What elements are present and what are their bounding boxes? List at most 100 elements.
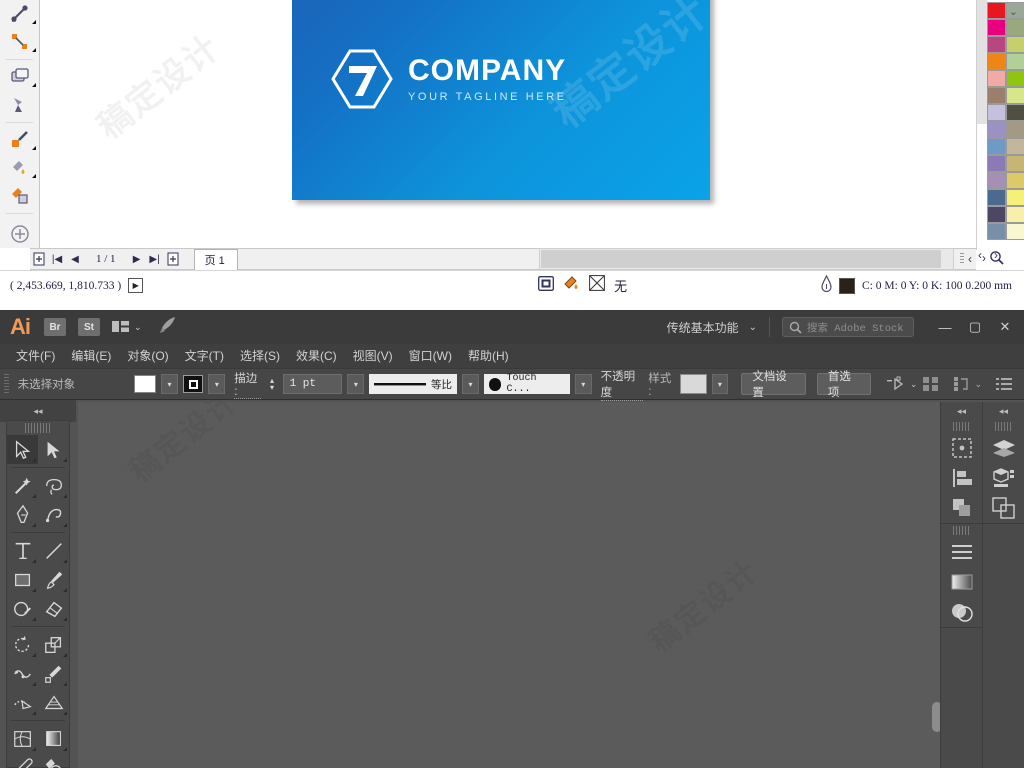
arrange-documents-button[interactable]: ⌄	[112, 320, 142, 334]
panel-grip-1[interactable]	[953, 422, 970, 431]
stroke-weight-label[interactable]: 描边 :	[234, 370, 262, 399]
upper-toolbar[interactable]	[0, 0, 40, 248]
workspace-switcher-label[interactable]: 传统基本功能	[667, 319, 739, 336]
color-swatch[interactable]	[1006, 189, 1024, 206]
chevron-down-icon[interactable]: ⌄	[134, 322, 142, 333]
stroke-weight-input[interactable]: 1 pt	[282, 374, 343, 394]
stroke-color-swatch[interactable]	[182, 375, 204, 393]
width-profile-chevron-icon[interactable]: ▾	[462, 374, 479, 394]
lasso-tool[interactable]	[38, 471, 69, 500]
align-panel-icon[interactable]	[941, 463, 982, 493]
color-swatch[interactable]	[1006, 87, 1024, 104]
mesh-tool[interactable]	[7, 724, 38, 753]
width-tool[interactable]	[7, 659, 38, 688]
illustrator-toolbar[interactable]	[6, 420, 70, 768]
color-swatch[interactable]	[1006, 104, 1024, 121]
upper-canvas[interactable]: 稿定设计 稿定设计 COMPANY YOUR TAGLINE HERE	[40, 0, 976, 248]
bridge-button[interactable]: Br	[44, 318, 66, 336]
align-icon[interactable]	[922, 376, 939, 392]
last-page-button[interactable]: ▶|	[146, 249, 164, 269]
rectangle-tool[interactable]	[7, 565, 38, 594]
first-page-button[interactable]: |◀	[48, 249, 66, 269]
color-swatch[interactable]	[987, 87, 1006, 104]
line-segment-tool[interactable]	[38, 536, 69, 565]
distribute-icon[interactable]	[953, 376, 970, 392]
frame-tool[interactable]	[0, 63, 40, 91]
stock-button[interactable]: St	[78, 318, 100, 336]
upper-scroll-thumb[interactable]	[541, 250, 941, 268]
color-swatch[interactable]	[987, 36, 1006, 53]
magic-wand-tool[interactable]	[7, 471, 38, 500]
measure-tool[interactable]	[0, 0, 40, 28]
zoom-tool[interactable]	[0, 217, 40, 251]
gradient-feather-tool[interactable]	[0, 28, 40, 56]
gradient-panel-icon[interactable]	[941, 567, 982, 597]
color-swatch[interactable]	[1006, 36, 1024, 53]
page-tab[interactable]: 页 1	[193, 248, 238, 270]
type-tool[interactable]	[7, 536, 38, 565]
screen-mode-icon[interactable]	[538, 275, 555, 296]
color-swatch[interactable]	[987, 138, 1006, 155]
color-swatch[interactable]	[1006, 155, 1024, 172]
stroke-swatch-chevron-icon[interactable]: ▾	[208, 374, 226, 394]
preferences-button[interactable]: 首选项	[816, 371, 871, 399]
color-swatch[interactable]	[1006, 138, 1024, 155]
illustrator-canvas[interactable]: 稿定设计 稿定设计	[78, 402, 942, 768]
color-theme-tool[interactable]	[0, 154, 40, 182]
menu-item-6[interactable]: 视图(V)	[345, 344, 401, 368]
paragraph-panel-icon[interactable]	[941, 537, 982, 567]
panel-grip-3[interactable]	[995, 422, 1012, 431]
color-swatch[interactable]	[987, 53, 1006, 70]
fill-swatch-chevron-icon[interactable]: ▾	[161, 374, 178, 394]
paintbrush-tool[interactable]	[38, 565, 69, 594]
pen-tool[interactable]	[7, 500, 38, 529]
color-swatch[interactable]	[1006, 53, 1024, 70]
color-swatch[interactable]	[987, 2, 1006, 19]
go-to-home-button[interactable]	[158, 315, 180, 340]
color-swatch[interactable]	[987, 155, 1006, 172]
splitter-grip[interactable]	[960, 253, 964, 265]
fill-color-swatch[interactable]	[133, 375, 157, 393]
illustrator-control-bar[interactable]: 未选择对象 ▾ ▾ 描边 : ▴ ▾ 1 pt ▾ 等比 ▾ Touch C...…	[0, 368, 1024, 401]
transparency-panel-icon[interactable]	[941, 597, 982, 627]
scale-tool[interactable]	[38, 630, 69, 659]
color-swatch[interactable]	[1006, 172, 1024, 189]
pathfinder-panel-icon[interactable]	[941, 493, 982, 523]
collapse-left-icon[interactable]: ‹	[968, 252, 972, 266]
preflight-icon[interactable]	[563, 275, 580, 296]
blend-tool[interactable]	[38, 753, 69, 768]
curvature-tool[interactable]	[38, 500, 69, 529]
eyedropper-tool[interactable]	[7, 753, 38, 768]
delete-page-icon[interactable]	[164, 249, 182, 269]
left-panel-collapse-button[interactable]: ◂◂	[0, 400, 76, 422]
color-swatch[interactable]	[987, 19, 1006, 36]
upper-swatches-panel[interactable]	[976, 0, 1024, 250]
graphic-style-chevron-icon[interactable]: ▾	[711, 374, 729, 394]
control-bar-grip[interactable]	[4, 374, 9, 394]
menu-item-4[interactable]: 选择(S)	[232, 344, 288, 368]
menu-item-8[interactable]: 帮助(H)	[460, 344, 517, 368]
color-swatch[interactable]	[987, 70, 1006, 87]
menu-item-3[interactable]: 文字(T)	[177, 344, 232, 368]
prev-page-button[interactable]: ◀	[66, 249, 84, 269]
document-setup-button[interactable]: 文档设置	[741, 371, 806, 399]
panel-grip-2[interactable]	[953, 526, 970, 535]
workspace-chevron-icon[interactable]: ⌄	[749, 322, 757, 333]
selection-tool[interactable]	[7, 435, 38, 464]
shaper-tool[interactable]	[7, 594, 38, 623]
gradient-tool[interactable]	[0, 91, 40, 119]
menu-item-7[interactable]: 窗口(W)	[401, 344, 460, 368]
brush-definition-chevron-icon[interactable]: ▾	[574, 374, 592, 394]
color-swatch[interactable]	[987, 206, 1006, 223]
color-swatch[interactable]	[1006, 223, 1024, 240]
upper-horizontal-scrollbar[interactable]	[539, 248, 954, 270]
new-page-icon[interactable]	[30, 249, 48, 269]
eraser-tool[interactable]	[38, 594, 69, 623]
transform-icon[interactable]	[886, 376, 906, 392]
upper-swatch-grid[interactable]	[987, 2, 1024, 240]
more-options-icon[interactable]	[996, 377, 1012, 391]
color-swatch[interactable]	[987, 172, 1006, 189]
properties-panel-icon[interactable]	[941, 433, 982, 463]
brush-definition-select[interactable]: Touch C...	[483, 373, 570, 395]
color-swatch[interactable]	[1006, 121, 1024, 138]
